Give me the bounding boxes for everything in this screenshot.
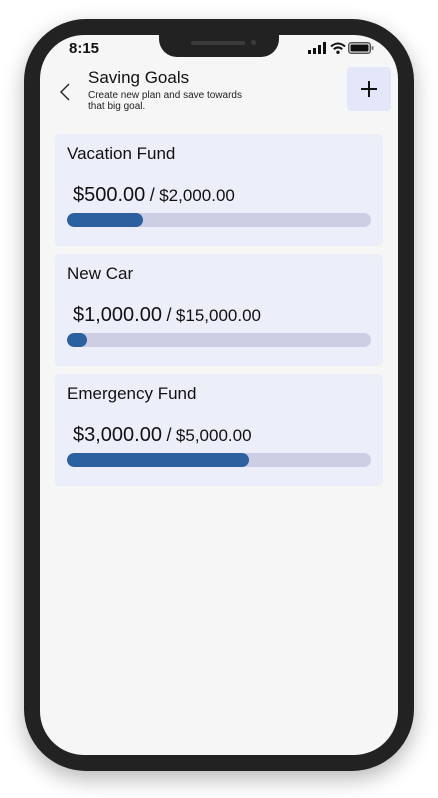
camera [251,40,256,45]
saved-amount: $3,000.00 [73,424,162,446]
chevron-left-icon [60,83,70,101]
page-subtitle: Create new plan and save towards that bi… [88,90,242,112]
goal-name: Vacation Fund [67,144,176,163]
goal-card-new-car[interactable]: New Car $1,000.00 / $15,000.00 [55,254,383,366]
battery-icon [348,42,374,54]
goal-card-vacation-fund[interactable]: Vacation Fund $500.00 / $2,000.00 [55,134,383,246]
progress-fill [67,453,250,467]
progress-fill [67,333,88,347]
target-amount: $5,000.00 [175,426,252,445]
goal-card-emergency-fund[interactable]: Emergency Fund $3,000.00 / $5,000.00 [55,374,383,486]
amount-separator: / [166,425,172,445]
saved-amount: $1,000.00 [73,304,162,326]
app-screen: 8:15 Saving Goals Create new plan and sa… [40,35,398,755]
goal-amounts: $3,000.00 / $5,000.00 [73,424,252,447]
progress-fill [67,213,143,227]
progress-track [67,213,371,227]
add-goal-button[interactable] [347,67,391,111]
signal-icon [308,42,326,54]
page-title: Saving Goals [88,68,190,87]
target-amount: $2,000.00 [159,186,235,205]
goal-name: New Car [67,264,134,283]
status-time: 8:15 [69,40,100,57]
wifi-icon [330,42,346,54]
progress-track [67,453,371,467]
saved-amount: $500.00 [73,184,146,206]
amount-separator: / [166,305,172,325]
goal-amounts: $500.00 / $2,000.00 [73,184,235,207]
amount-separator: / [149,185,155,205]
speaker [191,41,245,45]
notch [159,35,279,57]
goal-amounts: $1,000.00 / $15,000.00 [73,304,261,327]
back-button[interactable] [54,79,76,105]
goal-name: Emergency Fund [67,384,197,403]
plus-icon [361,81,377,97]
progress-track [67,333,371,347]
target-amount: $15,000.00 [175,306,261,325]
